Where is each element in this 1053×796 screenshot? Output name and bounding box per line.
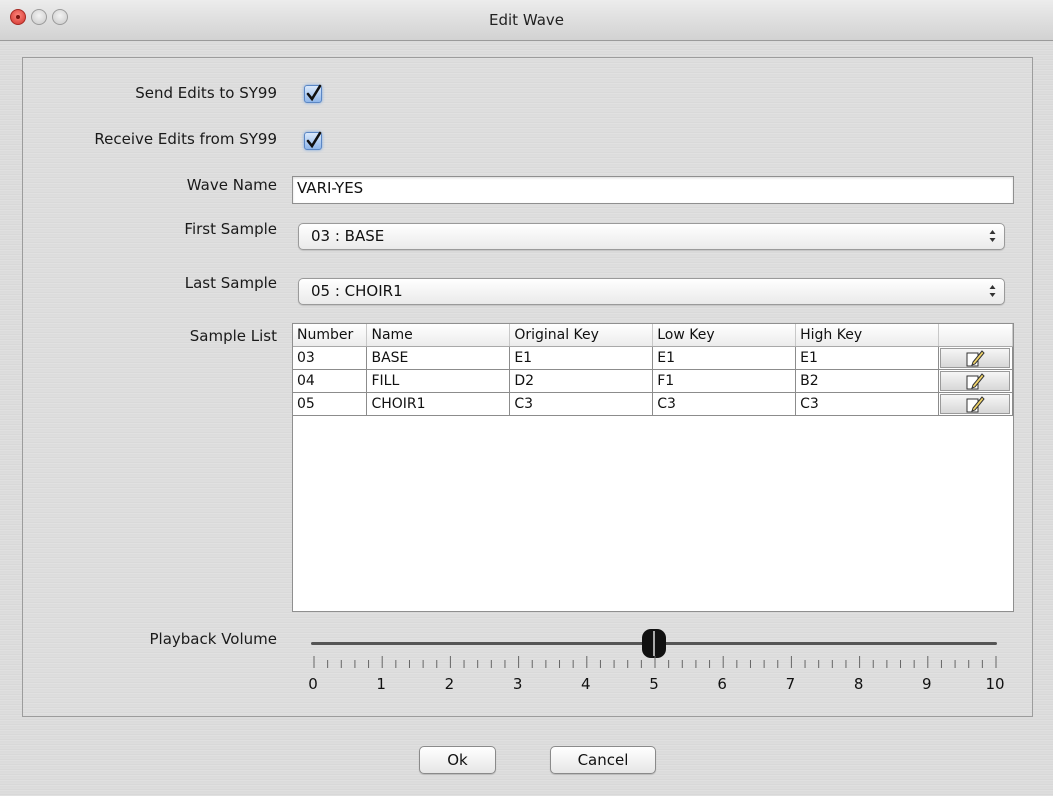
column-header-high-key[interactable]: High Key: [795, 324, 939, 347]
column-header-number[interactable]: Number: [293, 324, 368, 347]
cell-number[interactable]: 03: [293, 346, 368, 370]
cell-edit: [938, 392, 1014, 416]
wave-name-label: Wave Name: [186, 176, 277, 194]
cell-name[interactable]: CHOIR1: [366, 392, 511, 416]
edit-pencil-icon: [966, 350, 986, 367]
checkmark-icon: [306, 84, 322, 102]
updown-arrows-icon: [989, 230, 996, 242]
cell-number[interactable]: 04: [293, 369, 368, 393]
cell-original-key[interactable]: E1: [509, 346, 654, 370]
last-sample-label: Last Sample: [184, 274, 277, 292]
volume-tick-label: 0: [308, 675, 318, 693]
cell-name[interactable]: BASE: [366, 346, 511, 370]
column-header-name[interactable]: Name: [366, 324, 511, 347]
volume-tick-label: 7: [785, 675, 796, 693]
receive-edits-label: Receive Edits from SY99: [94, 130, 277, 148]
cell-low-key[interactable]: F1: [652, 369, 797, 393]
volume-tick-label: 2: [444, 675, 455, 693]
volume-tick-label: 6: [717, 675, 727, 693]
send-edits-label: Send Edits to SY99: [135, 84, 277, 102]
volume-slider-ticks: [313, 656, 997, 668]
table-row[interactable]: 05 CHOIR1 C3 C3 C3: [293, 392, 1014, 416]
table-row[interactable]: 03 BASE E1 E1 E1: [293, 346, 1014, 370]
volume-slider-thumb[interactable]: [642, 629, 666, 658]
first-sample-label: First Sample: [184, 220, 277, 238]
updown-arrows-icon: [989, 285, 996, 297]
last-sample-value: 05 : CHOIR1: [311, 282, 403, 300]
cell-high-key[interactable]: B2: [795, 369, 939, 393]
cell-original-key[interactable]: D2: [509, 369, 654, 393]
edit-pencil-icon: [966, 373, 986, 390]
sample-list-table[interactable]: Number Name Original Key Low Key High Ke…: [292, 323, 1014, 612]
cell-name[interactable]: FILL: [366, 369, 511, 393]
cancel-button[interactable]: Cancel: [550, 746, 656, 774]
column-header-low-key[interactable]: Low Key: [652, 324, 797, 347]
volume-tick-label: 8: [853, 675, 864, 693]
volume-tick-label: 1: [376, 675, 386, 693]
edit-pencil-icon: [966, 396, 986, 413]
cell-low-key[interactable]: E1: [652, 346, 797, 370]
last-sample-select[interactable]: 05 : CHOIR1: [298, 278, 1005, 305]
table-header-row: Number Name Original Key Low Key High Ke…: [293, 324, 1014, 347]
edit-wave-window: Edit Wave Send Edits to SY99 Receive Edi…: [0, 0, 1053, 796]
cell-high-key[interactable]: E1: [795, 346, 939, 370]
first-sample-value: 03 : BASE: [311, 227, 385, 245]
cell-high-key[interactable]: C3: [795, 392, 939, 416]
receive-edits-checkbox[interactable]: [304, 131, 322, 150]
first-sample-select[interactable]: 03 : BASE: [298, 223, 1005, 250]
cell-number[interactable]: 05: [293, 392, 368, 416]
volume-tick-label: 9: [922, 675, 932, 693]
cell-original-key[interactable]: C3: [509, 392, 654, 416]
cell-edit: [938, 369, 1014, 393]
column-header-original-key[interactable]: Original Key: [509, 324, 654, 347]
window-title: Edit Wave: [489, 11, 564, 29]
volume-tick-label: 5: [649, 675, 659, 693]
sample-list-label: Sample List: [189, 327, 277, 345]
ok-button[interactable]: Ok: [419, 746, 496, 774]
send-edits-checkbox[interactable]: [304, 84, 322, 103]
edit-sample-button[interactable]: [940, 348, 1011, 368]
cell-low-key[interactable]: C3: [652, 392, 797, 416]
column-header-edit: [938, 324, 1014, 347]
playback-volume-label: Playback Volume: [149, 630, 278, 648]
edit-sample-button[interactable]: [940, 371, 1011, 391]
cell-edit: [938, 346, 1014, 370]
edit-sample-button[interactable]: [940, 394, 1011, 414]
volume-tick-label: 10: [985, 675, 1005, 693]
wave-name-input[interactable]: VARI-YES: [292, 176, 1014, 204]
title-bar[interactable]: Edit Wave: [0, 0, 1053, 41]
volume-tick-label: 4: [581, 675, 591, 693]
checkmark-icon: [306, 131, 322, 149]
table-row[interactable]: 04 FILL D2 F1 B2: [293, 369, 1014, 393]
volume-tick-label: 3: [512, 675, 523, 693]
